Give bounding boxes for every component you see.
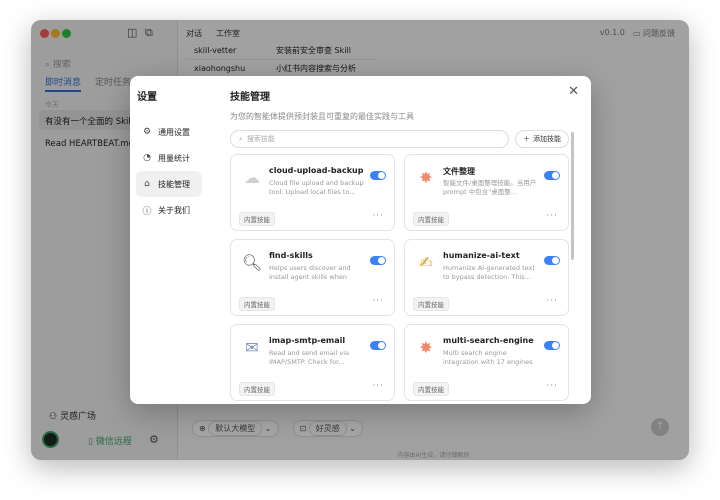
magnifier-icon: 🔍︎: [241, 253, 263, 272]
builtin-tag: 内置技能: [239, 297, 275, 311]
skill-grid: ☁ cloud-upload-backup Cloud file upload …: [230, 154, 574, 404]
nav-about-us[interactable]: ⓘ 关于我们: [136, 197, 202, 223]
skill-description: Cloud file upload and backup tool. Uploa…: [269, 179, 364, 196]
sparkle-icon: ✸: [419, 168, 433, 187]
skill-icon: ⌂: [144, 179, 150, 189]
sparkle-icon: ✸: [419, 338, 433, 357]
more-options-icon[interactable]: ···: [372, 296, 384, 306]
skill-search-input[interactable]: ⌕ 搜索技能: [230, 130, 509, 148]
close-icon[interactable]: ✕: [568, 84, 579, 99]
nav-label: 用量统计: [158, 153, 190, 163]
builtin-tag: 内置技能: [239, 212, 275, 226]
skill-toggle[interactable]: [370, 341, 386, 350]
add-skill-label: 添加技能: [533, 135, 561, 143]
search-placeholder: 搜索技能: [246, 135, 275, 143]
skill-toggle[interactable]: [370, 171, 386, 180]
skill-name: imap-smtp-email: [269, 336, 346, 345]
builtin-tag: 内置技能: [413, 297, 449, 311]
skill-description: Read and send email via IMAP/SMTP. Check…: [269, 349, 350, 366]
skill-name: find-skills: [269, 251, 313, 260]
nav-skill-management[interactable]: ⌂ 技能管理: [136, 171, 202, 197]
skill-card[interactable]: ✍ humanize-ai-text Humanize AI-generated…: [404, 239, 569, 316]
skill-description: Humanize AI-generated text to bypass det…: [443, 264, 535, 281]
nav-usage-stats[interactable]: ◔ 用量统计: [136, 145, 202, 171]
more-options-icon[interactable]: ···: [372, 211, 384, 221]
gear-icon: ⚙: [142, 127, 152, 137]
search-icon: ⌕: [239, 134, 243, 143]
skill-name: 文件整理: [443, 167, 475, 176]
skill-name: humanize-ai-text: [443, 251, 520, 260]
skill-card[interactable]: ✸ multi-search-engine Multi search engin…: [404, 324, 569, 401]
modal-title: 设置: [137, 92, 157, 103]
more-options-icon[interactable]: ···: [546, 296, 558, 306]
more-options-icon[interactable]: ···: [546, 211, 558, 221]
settings-modal: 设置 ⚙ 通用设置 ◔ 用量统计 ⌂ 技能管理 ⓘ 关于我们 技能管理 ✕ 为您…: [130, 76, 591, 404]
nav-label: 技能管理: [158, 179, 190, 189]
pen-icon: ✍: [419, 253, 433, 272]
nav-label: 通用设置: [158, 127, 190, 137]
nav-general-settings[interactable]: ⚙ 通用设置: [136, 119, 202, 145]
skill-card[interactable]: ☁ cloud-upload-backup Cloud file upload …: [230, 154, 395, 231]
nav-label: 关于我们: [158, 205, 190, 215]
content-description: 为您的智能体提供预封装且可重复的最佳实践与工具: [230, 112, 414, 121]
skill-list-scrollbar[interactable]: [571, 132, 574, 260]
skill-name: multi-search-engine: [443, 336, 534, 345]
more-options-icon[interactable]: ···: [546, 381, 558, 391]
info-icon: ⓘ: [142, 206, 152, 217]
cloud-icon: ☁: [244, 168, 260, 187]
skill-name: cloud-upload-backup: [269, 166, 364, 175]
skill-description: Multi search engine integration with 17 …: [443, 349, 533, 366]
skill-card[interactable]: 🔍︎ find-skills Helps users discover and …: [230, 239, 395, 316]
more-options-icon[interactable]: ···: [372, 381, 384, 391]
skill-toggle[interactable]: [544, 171, 560, 180]
builtin-tag: 内置技能: [413, 212, 449, 226]
plus-icon: ＋: [523, 135, 530, 143]
builtin-tag: 内置技能: [413, 382, 449, 396]
add-skill-button[interactable]: ＋ 添加技能: [515, 130, 569, 148]
mail-icon: ✉: [245, 338, 259, 357]
chart-icon: ◔: [143, 153, 151, 163]
builtin-tag: 内置技能: [239, 382, 275, 396]
skill-card[interactable]: ✉ imap-smtp-email Read and send email vi…: [230, 324, 395, 401]
skill-card[interactable]: ✸ 文件整理 智能文件/桌面整理技能。当用户 prompt 中包含"桌面整...…: [404, 154, 569, 231]
skill-management-panel: 技能管理 ✕ 为您的智能体提供预封装且可重复的最佳实践与工具 ⌕ 搜索技能 ＋ …: [230, 76, 591, 404]
skill-toggle[interactable]: [544, 256, 560, 265]
skill-toggle[interactable]: [544, 341, 560, 350]
content-title: 技能管理: [230, 92, 270, 103]
skill-toggle[interactable]: [370, 256, 386, 265]
skill-description: Helps users discover and install agent s…: [269, 264, 351, 281]
skill-description: 智能文件/桌面整理技能。当用户 prompt 中包含"桌面整...: [443, 179, 537, 196]
